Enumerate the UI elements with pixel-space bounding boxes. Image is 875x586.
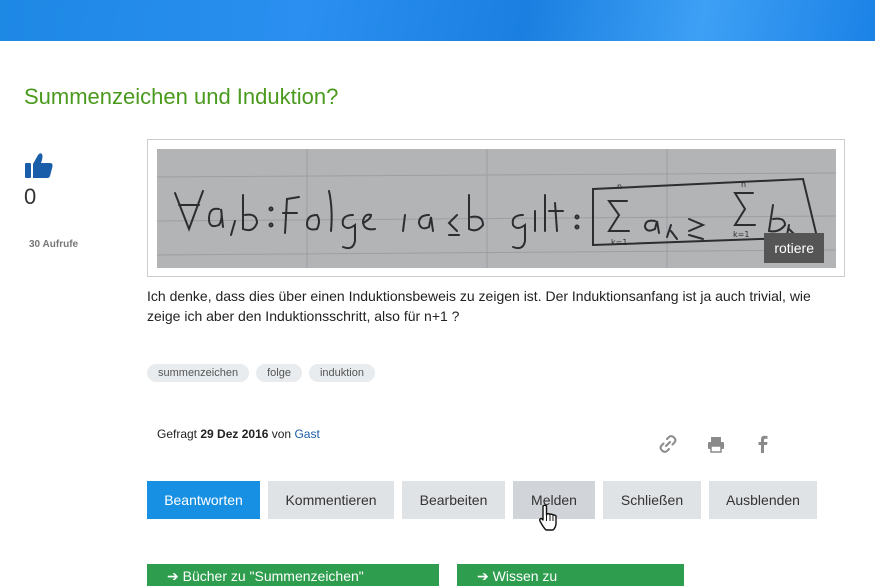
tag-summenzeichen[interactable]: summenzeichen	[147, 364, 250, 382]
close-button[interactable]: Schließen	[603, 481, 701, 519]
handwriting-drawing: k=1 n k=1 n	[157, 149, 836, 268]
meta-by: von	[268, 427, 295, 441]
question-actions: Beantworten Kommentieren Bearbeiten Meld…	[147, 481, 817, 519]
vote-box: 0	[24, 150, 64, 210]
question-meta: Gefragt 29 Dez 2016 von Gast	[157, 427, 320, 441]
knowledge-related-link[interactable]: ➔ Wissen zu "Summenzeichen"	[457, 564, 684, 586]
print-icon[interactable]	[706, 434, 726, 454]
books-related-link[interactable]: ➔ Bücher zu "Summenzeichen" anschauen	[147, 564, 439, 586]
hide-button[interactable]: Ausblenden	[709, 481, 817, 519]
tag-induktion[interactable]: induktion	[308, 364, 375, 382]
rotate-image-button[interactable]: rotiere	[764, 233, 824, 263]
site-header-bar	[0, 0, 875, 41]
svg-text:k=1: k=1	[611, 238, 627, 247]
svg-text:n: n	[741, 180, 746, 189]
view-count: 30 Aufrufe	[29, 239, 79, 250]
page-title: Summenzeichen und Induktion?	[24, 84, 339, 109]
hand-pointer-cursor-icon	[539, 504, 557, 531]
handwritten-formula-image: k=1 n k=1 n rotiere	[157, 149, 836, 268]
question-body: Ich denke, dass dies über einen Induktio…	[147, 288, 811, 324]
vote-count: 0	[24, 184, 37, 209]
question-image-frame: k=1 n k=1 n rotiere	[147, 139, 845, 277]
tag-list: summenzeichen folge induktion	[147, 364, 375, 382]
thumbs-up-icon[interactable]	[24, 150, 54, 180]
svg-text:n: n	[617, 182, 622, 191]
author-link[interactable]: Gast	[294, 427, 319, 441]
tag-folge[interactable]: folge	[256, 364, 302, 382]
link-icon[interactable]	[658, 434, 678, 454]
edit-button[interactable]: Bearbeiten	[402, 481, 505, 519]
meta-prefix: Gefragt	[157, 427, 201, 441]
facebook-icon[interactable]	[753, 434, 773, 454]
question-date: 29 Dez 2016	[200, 427, 269, 441]
comment-button[interactable]: Kommentieren	[268, 481, 394, 519]
svg-text:k=1: k=1	[733, 230, 749, 239]
answer-button[interactable]: Beantworten	[147, 481, 260, 519]
